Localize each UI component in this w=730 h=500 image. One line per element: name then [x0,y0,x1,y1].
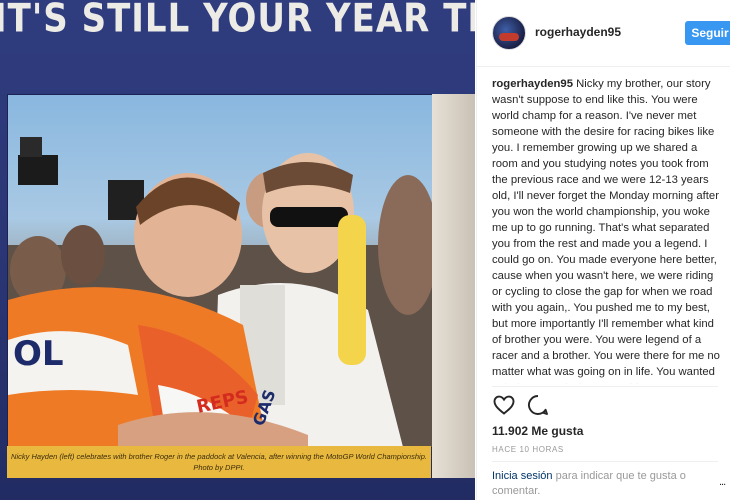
post-username[interactable]: rogerhayden95 [535,25,621,39]
comment-icon[interactable] [526,393,550,417]
magazine-photo: OL REPS GAS [7,94,433,448]
magazine-caption: Nicky Hayden (left) celebrates with brot… [7,446,431,478]
divider [492,461,718,462]
caption-text: Nicky my brother, our story wasn't suppo… [492,78,720,384]
magazine-page-edge [432,94,475,478]
divider [492,386,718,387]
follow-button[interactable]: Seguir [685,21,730,45]
post-sidebar: rogerhayden95 Seguir rogerhayden95 Nicky… [476,0,730,500]
like-count[interactable]: 11.902 Me gusta [492,424,583,438]
avatar[interactable] [492,16,526,50]
jersey-text-repsol-fragment: OL [13,334,64,374]
login-prompt: Inicia sesión para indicar que te gusta … [492,469,718,499]
caption-fade [492,376,720,384]
post-timestamp: HACE 10 HORAS [492,445,564,454]
post-photo[interactable]: IT'S STILL YOUR YEAR TRICK" [0,0,475,500]
magazine-headline: IT'S STILL YOUR YEAR TRICK" [0,0,475,42]
login-link[interactable]: Inicia sesión [492,470,553,482]
caption-username[interactable]: rogerhayden95 [492,78,573,90]
more-options-icon[interactable]: ... [719,476,726,488]
post-caption: rogerhayden95 Nicky my brother, our stor… [492,76,720,384]
celebration-illustration: OL REPS GAS [8,137,432,447]
post-header: rogerhayden95 Seguir [477,0,730,67]
heart-icon[interactable] [492,393,516,417]
